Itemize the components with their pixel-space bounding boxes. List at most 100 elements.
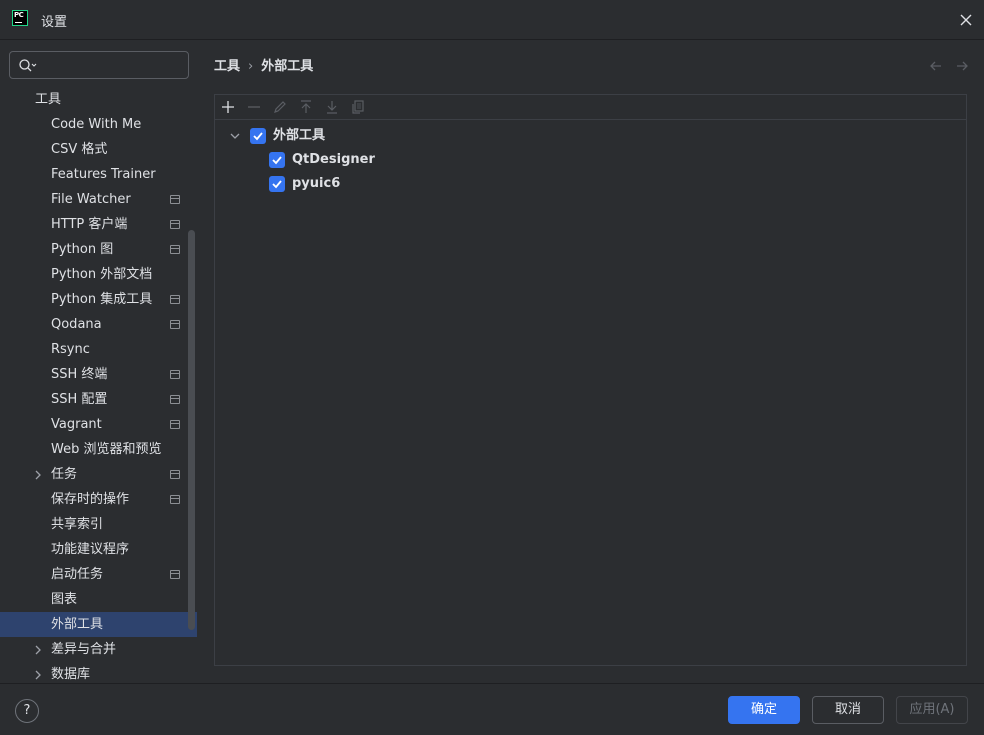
chevron-down-icon[interactable] (229, 130, 241, 142)
sidebar-item-label: 工具 (35, 92, 62, 107)
checkmark-icon (272, 180, 282, 189)
tool-checkbox[interactable] (269, 176, 285, 192)
add-tool-button[interactable] (220, 99, 236, 115)
sidebar-item[interactable]: 启动任务 (0, 562, 197, 587)
tool-row[interactable]: QtDesigner (215, 148, 966, 172)
copy-tool-button[interactable] (350, 99, 366, 115)
sidebar-item[interactable]: Python 外部文档 (0, 262, 197, 287)
sidebar-item[interactable]: 保存时的操作 (0, 487, 197, 512)
sidebar-item-label: Vagrant (51, 417, 102, 432)
sidebar-item-label: Features Trainer (51, 167, 156, 182)
sidebar-item-label: 外部工具 (51, 617, 104, 632)
sidebar-item-label: Code With Me (51, 117, 142, 132)
tools-toolbar (215, 95, 966, 120)
sidebar-item[interactable]: HTTP 客户端 (0, 212, 197, 237)
sidebar-item-label: Python 外部文档 (51, 267, 153, 282)
tool-group-row[interactable]: 外部工具 (215, 124, 966, 148)
close-button[interactable] (955, 9, 977, 31)
sidebar-item[interactable]: Web 浏览器和预览 (0, 437, 197, 462)
settings-search-box[interactable] (9, 51, 189, 79)
sidebar-item[interactable]: CSV 格式 (0, 137, 197, 162)
breadcrumb-parent[interactable]: 工具 (214, 59, 240, 74)
project-level-icon (170, 295, 180, 304)
sidebar-item-label: 任务 (51, 467, 78, 482)
close-icon (960, 14, 972, 26)
sidebar-item-label: Python 图 (51, 242, 114, 257)
sidebar-item-label: File Watcher (51, 192, 131, 207)
sidebar-item[interactable]: Code With Me (0, 112, 197, 137)
project-level-icon (170, 220, 180, 229)
sidebar-item[interactable]: 共享索引 (0, 512, 197, 537)
minus-icon (248, 106, 260, 108)
sidebar-item-label: Rsync (51, 342, 90, 357)
search-input[interactable] (42, 56, 182, 74)
sidebar-item-label: 功能建议程序 (51, 542, 130, 557)
settings-tree: 工具 Code With Me CSV 格式 Features Trainer File… (0, 87, 198, 687)
sidebar-item[interactable]: Vagrant (0, 412, 197, 437)
breadcrumb-separator: › (248, 59, 254, 74)
settings-sidebar: 工具 Code With Me CSV 格式 Features Trainer File… (0, 40, 198, 683)
apply-button[interactable]: 应用(A) (896, 696, 968, 724)
sidebar-item[interactable]: SSH 终端 (0, 362, 197, 387)
project-level-icon (170, 370, 180, 379)
sidebar-item[interactable]: Rsync (0, 337, 197, 362)
project-level-icon (170, 470, 180, 479)
move-up-button[interactable] (298, 99, 314, 115)
move-up-icon (301, 100, 311, 113)
external-tools-panel: 外部工具 QtDesigner pyuic6 (214, 94, 967, 666)
sidebar-item-label: Web 浏览器和预览 (51, 442, 162, 457)
sidebar-item[interactable]: Python 集成工具 (0, 287, 197, 312)
project-level-icon (170, 395, 180, 404)
project-level-icon (170, 495, 180, 504)
sidebar-item-label: SSH 终端 (51, 367, 108, 382)
tools-tree: 外部工具 QtDesigner pyuic6 (215, 124, 966, 196)
sidebar-item-label: Python 集成工具 (51, 292, 153, 307)
forward-arrow-icon[interactable] (954, 58, 970, 74)
ok-button[interactable]: 确定 (728, 696, 800, 724)
tool-label: QtDesigner (292, 152, 375, 167)
tool-checkbox[interactable] (269, 152, 285, 168)
tool-group-checkbox[interactable] (250, 128, 266, 144)
back-arrow-icon[interactable] (928, 58, 944, 74)
sidebar-group[interactable]: 工具 (0, 87, 197, 112)
sidebar-item[interactable]: File Watcher (0, 187, 197, 212)
tool-row[interactable]: pyuic6 (215, 172, 966, 196)
sidebar-item[interactable]: 图表 (0, 587, 197, 612)
sidebar-item-label: SSH 配置 (51, 392, 108, 407)
sidebar-item[interactable]: 差异与合并 (0, 637, 197, 662)
chevron-right-icon[interactable] (32, 469, 44, 481)
project-level-icon (170, 420, 180, 429)
dialog-footer: ? 确定 取消 应用(A) (0, 683, 984, 735)
sidebar-item-label: 图表 (51, 592, 78, 607)
project-level-icon (170, 570, 180, 579)
pencil-icon (274, 101, 286, 113)
checkmark-icon (253, 132, 263, 141)
sidebar-item-label: HTTP 客户端 (51, 217, 128, 232)
copy-icon (352, 100, 364, 114)
help-button[interactable]: ? (15, 699, 39, 723)
sidebar-item-label: Qodana (51, 317, 102, 332)
pycharm-logo-icon: PC (12, 10, 28, 26)
breadcrumb-current: 外部工具 (261, 59, 314, 74)
project-level-icon (170, 195, 180, 204)
move-down-icon (327, 101, 337, 114)
chevron-right-icon[interactable] (32, 669, 44, 681)
remove-tool-button[interactable] (246, 99, 262, 115)
search-icon (19, 59, 37, 72)
sidebar-item[interactable]: 功能建议程序 (0, 537, 197, 562)
sidebar-item[interactable]: 外部工具 (0, 612, 197, 637)
sidebar-item[interactable]: Features Trainer (0, 162, 197, 187)
sidebar-item[interactable]: Qodana (0, 312, 197, 337)
sidebar-item-label: 启动任务 (51, 567, 104, 582)
checkmark-icon (272, 156, 282, 165)
project-level-icon (170, 320, 180, 329)
sidebar-item-label: 共享索引 (51, 517, 104, 532)
move-down-button[interactable] (324, 99, 340, 115)
sidebar-item[interactable]: 任务 (0, 462, 197, 487)
edit-tool-button[interactable] (272, 99, 288, 115)
chevron-right-icon[interactable] (32, 644, 44, 656)
cancel-button[interactable]: 取消 (812, 696, 884, 724)
sidebar-scrollbar[interactable] (188, 230, 195, 630)
sidebar-item[interactable]: SSH 配置 (0, 387, 197, 412)
sidebar-item[interactable]: Python 图 (0, 237, 197, 262)
